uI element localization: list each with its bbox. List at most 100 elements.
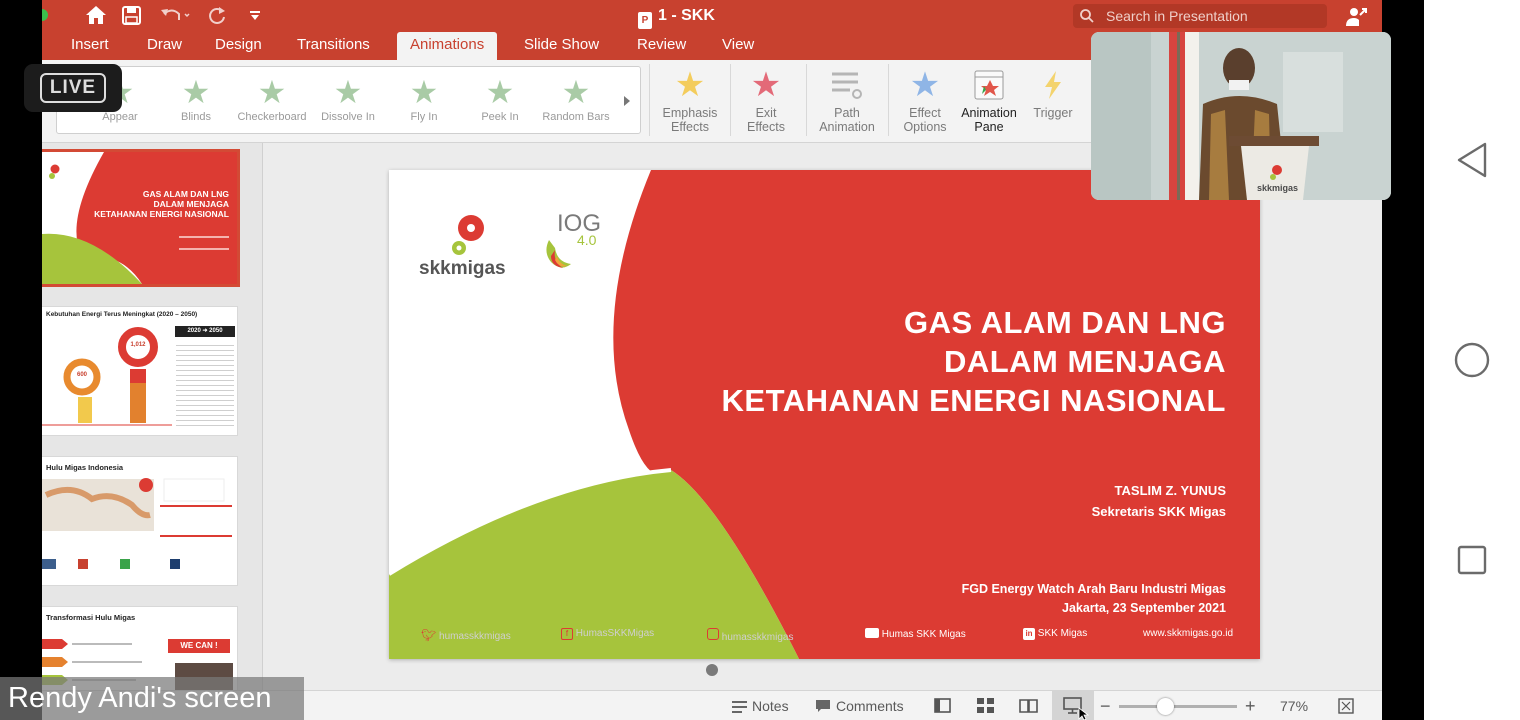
thumb-3-map: [42, 478, 232, 569]
path-animation-button[interactable]: Path Animation: [810, 64, 884, 134]
undo-icon[interactable]: [160, 6, 190, 24]
animation-blinds-label: Blinds: [181, 111, 211, 123]
emphasis-label-2: Effects: [671, 120, 709, 134]
document-title: P 1 - SKK: [638, 0, 715, 32]
slide-position-dot[interactable]: [706, 664, 718, 676]
thumb-2-donut-2-label: 1,012: [130, 342, 146, 348]
thumb-1-logo: [49, 164, 60, 179]
slide-sorter-icon[interactable]: [977, 698, 994, 713]
tab-design[interactable]: Design: [215, 32, 262, 60]
effect-options-label-2: Options: [903, 120, 947, 134]
notes-button[interactable]: Notes: [732, 691, 789, 720]
thumb-1-text-lines: [179, 236, 229, 250]
slide-thumbnail-3[interactable]: Hulu Migas Indonesia: [42, 457, 237, 585]
slide-author-name: TASLIM Z. YUNUS: [1114, 483, 1226, 498]
linkedin-icon: in: [1023, 628, 1035, 640]
recents-nav-icon[interactable]: [1457, 545, 1487, 575]
customize-toolbar-icon[interactable]: [249, 10, 261, 22]
animation-pane-icon: [974, 70, 1004, 100]
iog-logo-flame-icon: [546, 240, 571, 268]
tab-slide-show[interactable]: Slide Show: [524, 32, 599, 60]
share-icon[interactable]: [1345, 5, 1367, 27]
tab-draw[interactable]: Draw: [147, 32, 182, 60]
fit-to-window-icon[interactable]: [1338, 698, 1354, 714]
gallery-scroll-right-icon[interactable]: [623, 95, 631, 107]
iog-logo-version: 4.0: [577, 232, 597, 248]
ribbon-separator: [730, 64, 731, 136]
thumb-4-title: Transformasi Hulu Migas: [46, 613, 136, 622]
tab-transitions[interactable]: Transitions: [297, 32, 370, 60]
save-icon[interactable]: [122, 6, 141, 25]
exit-effects-button[interactable]: ★ Exit Effects: [734, 64, 798, 134]
zoom-slider-thumb[interactable]: [1157, 698, 1174, 715]
slide-thumbnail-1[interactable]: GAS ALAM DAN LNG DALAM MENJAGA KETAHANAN…: [42, 152, 237, 284]
animation-fly-in[interactable]: ★ Fly In: [386, 73, 462, 123]
current-slide[interactable]: skkmigas IOG 4.0 GAS ALAM DAN LNG DALAM …: [389, 170, 1260, 659]
thumb-4-banner: WE CAN !: [168, 639, 230, 653]
search-box[interactable]: Search in Presentation: [1073, 4, 1327, 28]
animation-random-bars-label: Random Bars: [542, 111, 610, 123]
speaker-video: skkmigas: [1091, 32, 1391, 200]
effect-options-star-icon: ★: [909, 66, 941, 104]
trigger-button[interactable]: Trigger: [1026, 64, 1080, 120]
slide-title-line-2: DALAM MENJAGA: [943, 344, 1226, 379]
tab-view[interactable]: View: [722, 32, 754, 60]
normal-view-icon[interactable]: [934, 698, 951, 713]
instagram-icon: [707, 628, 719, 640]
ribbon-separator: [806, 64, 807, 136]
animation-pane-label-2: Pane: [974, 120, 1004, 134]
zoom-out-button[interactable]: −: [1100, 691, 1111, 720]
effect-options-button[interactable]: ★ Effect Options: [892, 64, 958, 134]
thumb-2-notes: [176, 341, 234, 427]
home-nav-icon[interactable]: [1454, 342, 1490, 378]
thumb-1-title-line-3: KETAHANAN ENERGI NASIONAL: [94, 209, 229, 219]
ribbon-separator: [649, 64, 650, 136]
animation-pane-label-1: Animation: [961, 106, 1017, 120]
thumb-1-title: GAS ALAM DAN LNG DALAM MENJAGA KETAHANAN…: [94, 189, 229, 219]
thumb-2-donut-1-label: 600: [76, 372, 87, 378]
thumb-2-chart: [42, 327, 172, 426]
trigger-label: Trigger: [1033, 106, 1073, 120]
animation-dissolve-in-label: Dissolve In: [321, 111, 375, 123]
tab-animations[interactable]: Animations: [397, 32, 498, 60]
window-control-green[interactable]: [42, 9, 48, 21]
title-bar: P 1 - SKK Search in Presentation: [42, 0, 1382, 32]
speaker-video-frame: [1091, 32, 1391, 200]
slide-author-block: TASLIM Z. YUNUS Sekretaris SKK Migas: [1092, 480, 1226, 522]
podium-logo-text: skkmigas: [1257, 183, 1299, 193]
animation-blinds[interactable]: ★ Blinds: [158, 73, 234, 123]
notes-label: Notes: [752, 698, 789, 714]
footer-instagram-handle: humasskkmigas: [721, 632, 794, 643]
zoom-slider[interactable]: [1119, 698, 1237, 715]
footer-website: www.skkmigas.go.id: [1143, 628, 1234, 639]
zoom-in-button[interactable]: +: [1245, 691, 1256, 720]
emphasis-star-icon: ★: [674, 66, 706, 104]
emphasis-effects-button[interactable]: ★ Emphasis Effects: [654, 64, 726, 134]
slide-title-line-3: KETAHANAN ENERGI NASIONAL: [721, 383, 1226, 418]
redo-icon[interactable]: [206, 5, 228, 25]
youtube-icon: [865, 628, 879, 638]
home-icon[interactable]: [85, 5, 107, 25]
footer-instagram: humasskkmigas: [707, 628, 793, 643]
animation-pane-button[interactable]: Animation Pane: [956, 64, 1022, 134]
back-nav-icon[interactable]: [1456, 142, 1488, 178]
ppt-file-icon: P: [638, 12, 652, 29]
star-icon: ★: [257, 74, 287, 110]
animation-dissolve-in[interactable]: ★ Dissolve In: [310, 73, 386, 123]
animation-checkerboard-label: Checkerboard: [237, 111, 307, 123]
notes-icon: [732, 701, 747, 713]
thumb-2-badge: 2020 ➜ 2050: [175, 326, 235, 337]
slide-title: GAS ALAM DAN LNG DALAM MENJAGA KETAHANAN…: [722, 303, 1227, 420]
lightning-icon: [1045, 71, 1061, 99]
comments-button[interactable]: Comments: [815, 691, 904, 720]
zoom-level[interactable]: 77%: [1280, 691, 1308, 720]
animation-peek-in[interactable]: ★ Peek In: [462, 73, 538, 123]
thumb-1-title-line-2: DALAM MENJAGA: [153, 199, 229, 209]
animation-random-bars[interactable]: ★ Random Bars: [538, 73, 614, 123]
comments-label: Comments: [836, 698, 904, 714]
reading-view-icon[interactable]: [1019, 698, 1038, 713]
tab-review[interactable]: Review: [637, 32, 686, 60]
animation-checkerboard[interactable]: ★ Checkerboard: [234, 73, 310, 123]
tab-insert[interactable]: Insert: [71, 32, 109, 60]
slide-thumbnail-2[interactable]: Kebutuhan Energi Terus Meningkat (2020 –…: [42, 307, 237, 435]
